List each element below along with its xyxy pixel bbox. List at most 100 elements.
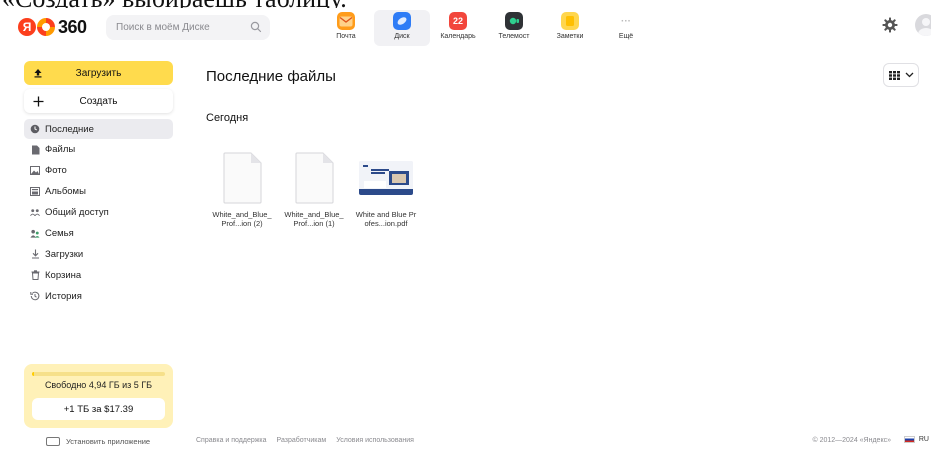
plus-icon	[24, 96, 52, 107]
sidebar-item-label: Последние	[45, 123, 94, 135]
sidebar-item-label: Фото	[45, 165, 67, 177]
file-thumbnail	[206, 148, 278, 208]
yandex-360-logo[interactable]: Я 360	[18, 16, 87, 38]
app-mail[interactable]: Почта	[318, 10, 374, 46]
device-icon	[46, 437, 60, 446]
sidebar-item-family[interactable]: Семья	[24, 223, 173, 243]
sidebar-item-downloads[interactable]: Загрузки	[24, 244, 173, 264]
sidebar-nav: Последние Файлы Фото Альбомы Общий досту…	[24, 119, 173, 307]
family-icon	[30, 228, 40, 238]
sidebar-item-label: Общий доступ	[45, 207, 109, 219]
file-item[interactable]: White_and_Blue_Prof...ion (1)	[278, 148, 350, 228]
grid-icon	[888, 70, 900, 80]
app-switcher: Почта Диск 22 Календарь Телемост Заметки…	[318, 10, 654, 46]
pdf-preview-image	[359, 161, 413, 195]
document-icon	[223, 152, 261, 204]
storage-progress	[32, 372, 165, 376]
sidebar-item-files[interactable]: Файлы	[24, 140, 173, 160]
gear-icon[interactable]	[881, 16, 899, 34]
upload-button[interactable]: Загрузить	[24, 61, 173, 85]
file-name: White_and_Blue_Prof...ion (1)	[284, 210, 344, 228]
app-label: Телемост	[498, 33, 530, 40]
app-label: Диск	[394, 33, 410, 40]
app-calendar[interactable]: 22 Календарь	[430, 10, 486, 46]
file-icon	[30, 145, 40, 155]
install-app-label: Установить приложение	[66, 437, 151, 446]
buy-storage-button[interactable]: +1 ТБ за $17.39	[32, 398, 165, 420]
sidebar-item-history[interactable]: История	[24, 286, 173, 306]
downloads-icon	[30, 249, 40, 259]
header-right	[881, 14, 931, 36]
trash-icon	[30, 270, 40, 281]
copyright-text: © 2012—2024 «Яндекс»	[812, 437, 891, 444]
app-label: Календарь	[440, 33, 476, 40]
sidebar-item-label: Файлы	[45, 144, 76, 156]
file-item[interactable]: White and Blue Profes...ion.pdf	[350, 148, 422, 228]
sidebar-item-label: Загрузки	[45, 248, 84, 260]
document-icon	[295, 152, 333, 204]
section-title-today: Сегодня	[206, 112, 249, 124]
terms-link[interactable]: Условия использования	[336, 437, 414, 444]
telemost-icon	[505, 12, 523, 30]
album-icon	[30, 187, 40, 197]
file-item[interactable]: White_and_Blue_Prof...ion (2)	[206, 148, 278, 228]
logo-text: 360	[58, 16, 87, 37]
sidebar-item-label: Корзина	[45, 269, 82, 281]
install-app-link[interactable]: Установить приложение	[46, 437, 150, 446]
clock-icon	[30, 124, 40, 134]
footer-links: Справка и поддержка Разработчикам Услови…	[196, 437, 424, 444]
more-icon: ···	[621, 15, 631, 27]
create-button[interactable]: Создать	[24, 89, 173, 113]
search-placeholder: Поиск в моём Диске	[116, 22, 210, 33]
file-name: White_and_Blue_Prof...ion (2)	[212, 210, 272, 228]
view-mode-button[interactable]	[883, 63, 919, 87]
file-grid: White_and_Blue_Prof...ion (2) White_and_…	[206, 148, 422, 228]
search-input[interactable]: Поиск в моём Диске	[106, 15, 270, 40]
sidebar-item-albums[interactable]: Альбомы	[24, 182, 173, 202]
sidebar-item-shared[interactable]: Общий доступ	[24, 203, 173, 223]
help-link[interactable]: Справка и поддержка	[196, 437, 267, 444]
search-icon[interactable]	[250, 21, 262, 33]
app-label: Заметки	[556, 33, 584, 40]
storage-panel: Свободно 4,94 ГБ из 5 ГБ +1 ТБ за $17.39	[24, 364, 173, 428]
developers-link[interactable]: Разработчикам	[277, 437, 327, 444]
disk-icon	[393, 12, 411, 30]
storage-progress-fill	[32, 372, 34, 376]
calendar-icon: 22	[449, 12, 467, 30]
sidebar-item-photo[interactable]: Фото	[24, 161, 173, 181]
app-telemost[interactable]: Телемост	[486, 10, 542, 46]
sidebar: Загрузить Создать Последние Файлы Фото А…	[0, 48, 186, 459]
sidebar-item-trash[interactable]: Корзина	[24, 265, 173, 285]
language-switcher[interactable]: RU	[903, 436, 929, 443]
sidebar-item-label: Альбомы	[45, 186, 86, 198]
notes-icon	[561, 12, 579, 30]
upload-icon	[24, 68, 52, 78]
sidebar-item-recent[interactable]: Последние	[24, 119, 173, 139]
create-label: Создать	[79, 95, 118, 107]
file-name: White and Blue Profes...ion.pdf	[355, 210, 417, 228]
page-title: Последние файлы	[206, 68, 336, 85]
caption-text: «Создать» выбираешь таблицу.	[0, 0, 931, 8]
storage-text: Свободно 4,94 ГБ из 5 ГБ	[44, 380, 153, 390]
360-ring-icon	[37, 18, 55, 36]
mail-icon	[337, 12, 355, 30]
main-content: Последние файлы Сегодня White_and_Blue_P…	[186, 48, 931, 459]
file-thumbnail	[350, 148, 422, 208]
header: Я 360 Поиск в моём Диске Почта Диск 22 К…	[0, 8, 931, 48]
app-notes[interactable]: Заметки	[542, 10, 598, 46]
app-label: Ещё	[618, 33, 634, 40]
yandex-logo-icon: Я	[18, 18, 36, 36]
app-disk[interactable]: Диск	[374, 10, 430, 46]
user-avatar[interactable]	[915, 14, 931, 36]
shared-icon	[30, 208, 40, 218]
photo-icon	[30, 166, 40, 176]
upload-label: Загрузить	[75, 67, 122, 79]
sidebar-item-label: Семья	[45, 227, 74, 239]
flag-icon	[903, 436, 915, 443]
history-icon	[30, 291, 40, 301]
app-label: Почта	[336, 33, 356, 40]
file-thumbnail	[278, 148, 350, 208]
app-more[interactable]: ··· Ещё	[598, 10, 654, 46]
language-label: RU	[918, 436, 929, 443]
chevron-down-icon	[905, 72, 913, 78]
